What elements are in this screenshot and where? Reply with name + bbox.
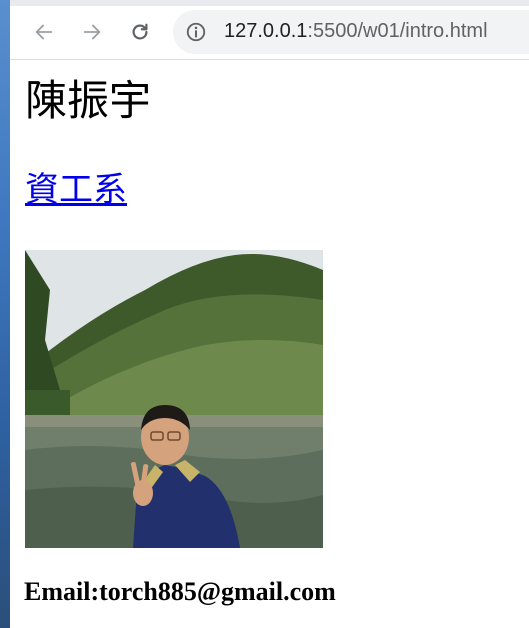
forward-button[interactable] xyxy=(76,16,108,48)
url-host: 127.0.0.1 xyxy=(224,20,308,42)
page-content: 陳振宇 資工系 Email:torch885@gmail.com xyxy=(10,60,529,628)
reload-icon xyxy=(132,23,148,40)
back-button[interactable] xyxy=(28,16,60,48)
url-path: :5500/w01/intro.html xyxy=(307,20,488,42)
photo-illustration xyxy=(25,250,323,548)
browser-toolbar: 127.0.0.1:5500/w01/intro.html xyxy=(10,0,529,60)
profile-photo xyxy=(25,250,323,548)
email-text: Email:torch885@gmail.com xyxy=(24,577,336,606)
back-arrow-icon xyxy=(35,24,53,40)
page-title: 陳振宇 xyxy=(25,76,152,125)
address-url[interactable]: 127.0.0.1:5500/w01/intro.html xyxy=(224,20,488,43)
tab-strip-edge xyxy=(10,0,529,6)
address-bar[interactable]: 127.0.0.1:5500/w01/intro.html xyxy=(173,10,529,54)
department-link[interactable]: 資工系 xyxy=(25,171,127,209)
desktop-edge xyxy=(0,0,10,628)
reload-button[interactable] xyxy=(124,16,156,48)
forward-arrow-icon xyxy=(83,24,101,40)
info-icon[interactable] xyxy=(185,21,207,43)
